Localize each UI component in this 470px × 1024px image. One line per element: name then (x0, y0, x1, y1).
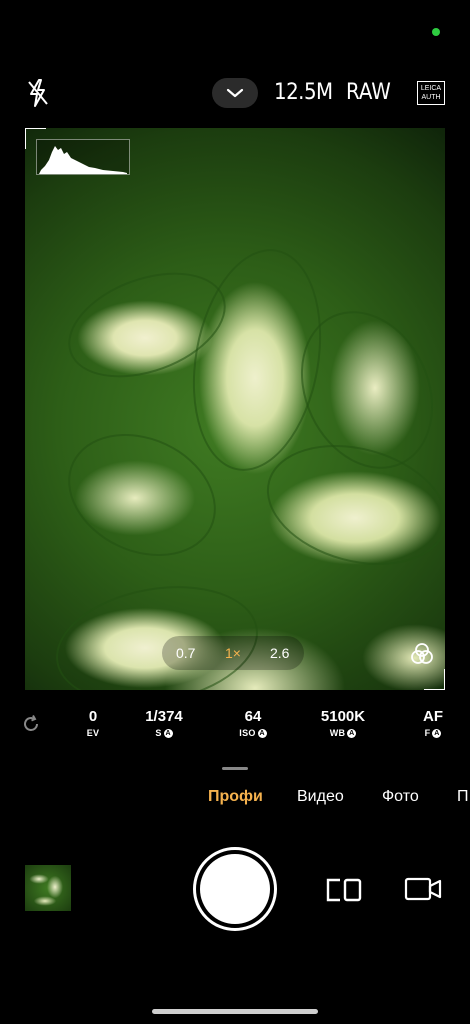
status-indicator-dot (432, 28, 440, 36)
drawer-handle[interactable] (222, 767, 248, 770)
leica-label: LEICA (420, 85, 442, 92)
mode-photo[interactable]: Фото (382, 788, 419, 806)
resolution-button[interactable]: 12.5M (274, 80, 333, 105)
zoom-option-1x[interactable]: 1× (225, 645, 241, 661)
filters-icon[interactable] (410, 642, 434, 666)
auto-badge-icon: A (163, 729, 173, 739)
mode-video[interactable]: Видео (297, 788, 344, 806)
ev-label: EV (86, 728, 100, 738)
auto-badge-icon: A (432, 729, 442, 739)
ev-setting[interactable]: 0 EV (61, 708, 125, 738)
reset-icon[interactable] (21, 714, 41, 734)
frame-corner (424, 669, 445, 690)
shutter-speed-label: S (155, 728, 162, 738)
video-camera-icon[interactable] (404, 876, 442, 902)
white-balance-label: WB (329, 728, 346, 738)
ev-value: 0 (88, 708, 98, 725)
histogram (36, 139, 130, 175)
iso-label: ISO (239, 728, 256, 738)
home-indicator[interactable] (152, 1009, 318, 1014)
focus-label: F (424, 728, 431, 738)
chevron-down-icon (226, 88, 244, 98)
iso-setting[interactable]: 64 ISO A (221, 708, 285, 739)
white-balance-setting[interactable]: 5100K WB A (311, 708, 375, 739)
gallery-thumbnail[interactable] (25, 865, 71, 911)
focus-value: AF (423, 708, 443, 725)
shutter-speed-value: 1/374 (145, 708, 183, 725)
mode-next[interactable]: П (457, 788, 470, 806)
leica-authentic-button[interactable]: LEICA AUTH (417, 81, 445, 105)
flash-off-icon[interactable] (26, 78, 50, 108)
zoom-option-2-6[interactable]: 2.6 (270, 645, 289, 661)
shutter-inner (200, 854, 270, 924)
leica-mode-label: AUTH (421, 94, 441, 101)
camera-viewfinder[interactable] (25, 128, 445, 690)
lens-switch-icon[interactable] (324, 877, 364, 903)
shutter-button[interactable] (193, 847, 277, 931)
leaf-texture (46, 571, 268, 690)
auto-badge-icon: A (257, 729, 267, 739)
shutter-speed-setting[interactable]: 1/374 SA (132, 708, 196, 739)
zoom-option-0-7[interactable]: 0.7 (176, 645, 195, 661)
focus-setting[interactable]: AF FA (401, 708, 465, 739)
settings-dropdown-button[interactable] (212, 78, 258, 108)
white-balance-value: 5100K (320, 708, 366, 725)
auto-badge-icon: A (347, 729, 357, 739)
raw-format-button[interactable]: RAW (346, 80, 391, 105)
mode-pro[interactable]: Профи (208, 788, 263, 806)
iso-value: 64 (244, 708, 262, 725)
